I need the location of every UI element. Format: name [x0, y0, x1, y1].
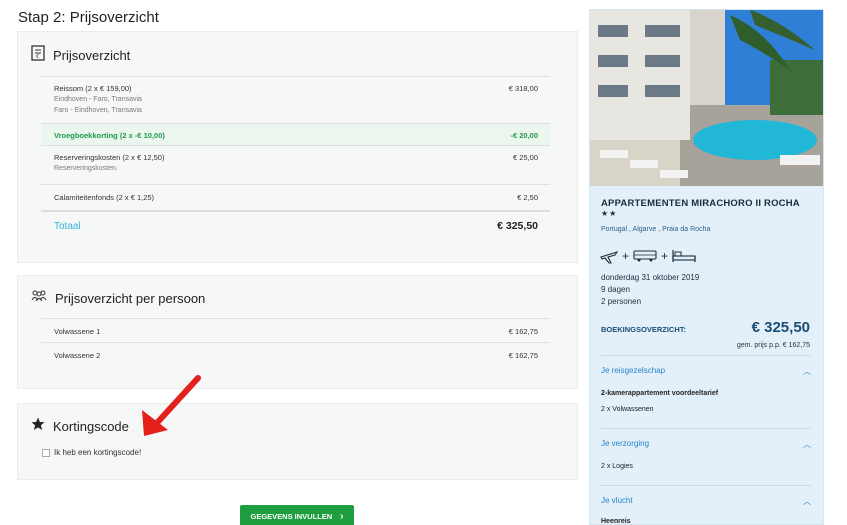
price-overview-title: Prijsoverzicht	[53, 48, 131, 63]
trip-duration: 9 dagen	[601, 285, 630, 294]
bus-icon	[633, 250, 657, 262]
section-item: 2-kamerappartement voordeeltarief	[601, 390, 719, 397]
per-person-rows: Volwassene 1 € 162,75 Volwassene 2 € 162…	[41, 318, 550, 366]
section-flight[interactable]: Je vlucht ︿ Heenreis	[601, 485, 811, 524]
per-person-title: Prijsoverzicht per persoon	[55, 290, 206, 306]
star-icon	[31, 417, 45, 436]
row-sub: Reserveringskosten.	[54, 165, 118, 172]
plus-icon: +	[661, 249, 669, 263]
chevron-up-icon[interactable]: ︿	[803, 439, 811, 450]
row-label: Calamiteitenfonds (2 x € 1,25)	[54, 193, 155, 202]
table-row: Calamiteitenfonds (2 x € 1,25) € 2,50	[41, 184, 550, 210]
row-amount: € 25,00	[512, 153, 538, 162]
fill-details-label: GEGEVENS INVULLEN	[250, 511, 333, 521]
table-row: Reissom (2 x € 159,00) Eindhoven - Faro,…	[41, 76, 550, 123]
row-amount: € 2,50	[517, 193, 538, 202]
section-board[interactable]: Je verzorging ︿ 2 x Logies	[601, 428, 811, 470]
row-sub: Eindhoven - Faro, Transavia	[54, 96, 142, 103]
row-label: Volwassene 2	[54, 351, 101, 360]
section-travel-party[interactable]: Je reisgezelschap ︿ 2-kamerappartement v…	[601, 355, 811, 413]
chevron-up-icon[interactable]: ︿	[803, 366, 811, 377]
receipt-icon: €	[31, 45, 45, 66]
hotel-name: APPARTEMENTEN MIRACHORO II ROCHA	[601, 198, 800, 209]
row-amount: -€ 20,00	[510, 131, 538, 140]
per-person-header: Prijsoverzicht per persoon	[31, 289, 205, 307]
trip-date: donderdag 31 oktober 2019	[601, 273, 700, 282]
discount-card: Kortingscode Ik heb een kortingscode!	[17, 403, 578, 480]
price-rows: Reissom (2 x € 159,00) Eindhoven - Faro,…	[41, 76, 550, 240]
section-title[interactable]: Je verzorging	[601, 439, 649, 448]
section-title[interactable]: Je vlucht	[601, 496, 633, 505]
hotel-location: Portugal , Algarve , Praia da Rocha	[601, 226, 711, 233]
row-amount: € 318,00	[508, 84, 538, 93]
price-overview-card: € Prijsoverzicht Reissom (2 x € 159,00) …	[17, 31, 578, 263]
trip-persons: 2 personen	[601, 297, 642, 306]
red-arrow-icon	[142, 375, 201, 436]
price-per-person: gem. prijs p.p. € 162,75	[736, 342, 810, 349]
booking-overview-label: BOEKINGSOVERZICHT:	[601, 325, 687, 334]
row-label: Reserveringskosten (2 x € 12,50)	[54, 153, 165, 162]
total-row: Totaal € 325,50	[41, 210, 550, 240]
total-label: Totaal	[54, 221, 81, 232]
hotel-stars: ★★	[601, 209, 618, 218]
total-amount: € 325,50	[497, 220, 538, 232]
svg-text:€: €	[36, 54, 39, 60]
discount-checkbox-label[interactable]: Ik heb een kortingscode!	[54, 448, 141, 457]
hotel-photo	[590, 10, 823, 186]
people-icon	[31, 289, 47, 307]
section-title[interactable]: Je reisgezelschap	[601, 366, 665, 375]
section-item: Heenreis	[601, 518, 631, 525]
section-item: 2 x Volwassenen	[601, 406, 654, 413]
discount-header: Kortingscode	[31, 417, 129, 436]
table-row: Volwassene 1 € 162,75	[41, 318, 550, 342]
chevron-up-icon[interactable]: ︿	[803, 496, 811, 507]
bed-icon	[672, 250, 696, 262]
price-overview-header: € Prijsoverzicht	[31, 45, 130, 66]
per-person-card: Prijsoverzicht per persoon Volwassene 1 …	[17, 275, 578, 389]
row-label: Volwassene 1	[54, 327, 101, 336]
table-row: Volwassene 2 € 162,75	[41, 342, 550, 366]
section-item: 2 x Logies	[601, 463, 633, 470]
table-row: Vroegboekkorting (2 x -€ 10,00) -€ 20,00	[41, 123, 550, 145]
discount-checkbox-row[interactable]: Ik heb een kortingscode!	[42, 448, 141, 457]
table-row: Reserveringskosten (2 x € 12,50) Reserve…	[41, 145, 550, 184]
discount-title: Kortingscode	[53, 419, 129, 434]
row-label: Reissom (2 x € 159,00)	[54, 84, 132, 93]
fill-details-button[interactable]: GEGEVENS INVULLEN ›	[240, 505, 354, 525]
page-title: Stap 2: Prijsoverzicht	[18, 9, 159, 26]
row-amount: € 162,75	[508, 351, 538, 360]
plane-icon	[600, 251, 618, 264]
discount-checkbox[interactable]	[42, 448, 50, 457]
chevron-right-icon: ›	[340, 510, 344, 522]
row-label: Vroegboekkorting (2 x -€ 10,00)	[54, 131, 165, 140]
plus-icon: +	[622, 249, 630, 263]
row-sub: Faro - Eindhoven, Transavia	[54, 107, 142, 114]
row-amount: € 162,75	[508, 327, 538, 336]
booking-total-price: € 325,50	[751, 319, 810, 336]
travel-icons: + +	[600, 248, 696, 264]
booking-sidebar: APPARTEMENTEN MIRACHORO II ROCHA ★★ Port…	[589, 9, 824, 525]
